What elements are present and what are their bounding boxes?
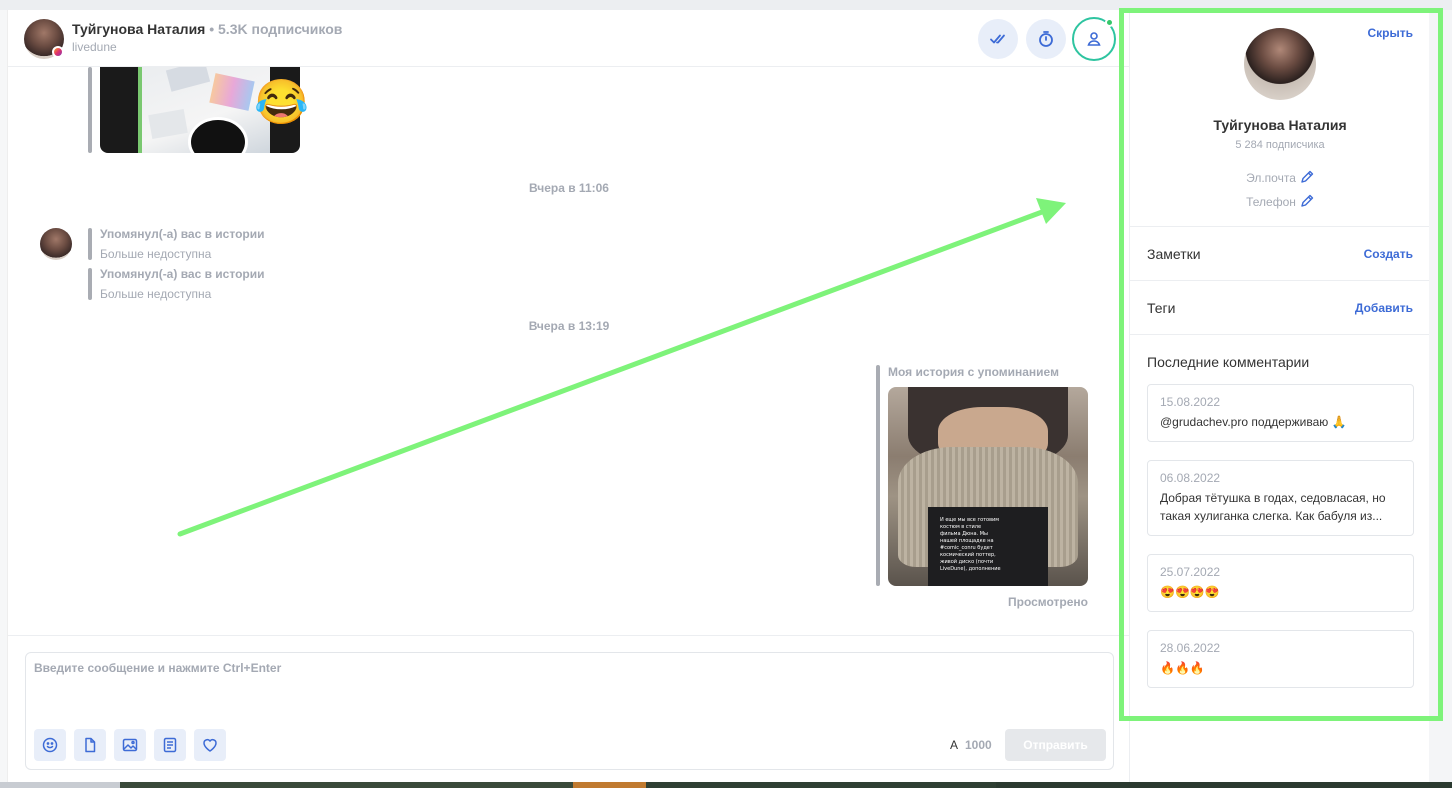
- comment-text: @grudachev.pro поддерживаю 🙏: [1160, 415, 1347, 429]
- char-counter-label: A: [950, 738, 959, 752]
- attach-file-button[interactable]: [74, 729, 106, 761]
- mention-title: Упомянул(-а) вас в истории: [100, 227, 265, 241]
- divider: [1130, 226, 1430, 227]
- templates-button[interactable]: [154, 729, 186, 761]
- comment-date: 06.08.2022: [1160, 471, 1221, 485]
- message-list[interactable]: 😂 Вчера в 11:06 Упомянул(-а) вас в истор…: [8, 67, 1130, 635]
- quote-bar: [876, 365, 880, 586]
- attach-image-button[interactable]: [114, 729, 146, 761]
- comment-date: 28.06.2022: [1160, 641, 1221, 655]
- add-tag-link[interactable]: Добавить: [1355, 301, 1413, 315]
- comment-date: 15.08.2022: [1160, 395, 1221, 409]
- divider: [8, 635, 1130, 636]
- comment-text: 🔥🔥🔥: [1160, 661, 1205, 675]
- laugh-emoji: 😂: [254, 78, 309, 127]
- mention-title: Упомянул(-а) вас в истории: [100, 267, 265, 281]
- stopwatch-icon: [1039, 31, 1053, 47]
- account-handle: livedune: [72, 40, 117, 54]
- online-indicator: [1105, 18, 1114, 27]
- char-counter: 1000: [965, 738, 992, 752]
- contact-name: Туйгунова Наталия • 5.3K подписчиков: [72, 21, 342, 37]
- scroll-gutter: [1429, 10, 1452, 782]
- quote-bar: [88, 228, 92, 260]
- story-caption: И еще мы все готовим костюм в стиле филь…: [940, 517, 1001, 572]
- file-icon: [85, 737, 96, 753]
- message-composer: A 1000 Отправить: [25, 652, 1114, 770]
- mark-read-button[interactable]: [978, 19, 1018, 59]
- viewed-status: Просмотрено: [1007, 595, 1088, 609]
- instagram-icon: [52, 46, 64, 58]
- recent-comments-title: Последние комментарии: [1147, 354, 1310, 370]
- avatar[interactable]: [40, 228, 72, 260]
- email-field: Эл.почта: [1130, 170, 1430, 185]
- comment-card[interactable]: 15.08.2022 @grudachev.pro поддерживаю 🙏: [1147, 384, 1414, 442]
- chat-panel: Туйгунова Наталия • 5.3K подписчиков liv…: [7, 10, 1130, 782]
- hide-panel-link[interactable]: Скрыть: [1367, 26, 1413, 40]
- my-story-title: Моя история с упоминанием: [888, 365, 1059, 379]
- window-top-strip: [0, 0, 1452, 10]
- chat-header: Туйгунова Наталия • 5.3K подписчиков liv…: [8, 10, 1130, 67]
- profile-subscribers: 5 284 подписчика: [1235, 139, 1325, 151]
- comment-date: 25.07.2022: [1160, 565, 1221, 579]
- date-separator: Вчера в 13:19: [528, 319, 610, 333]
- image-icon: [122, 738, 138, 752]
- profile-name: Туйгунова Наталия: [1213, 117, 1347, 133]
- mention-status: Больше недоступна: [100, 247, 212, 261]
- create-note-link[interactable]: Создать: [1364, 247, 1413, 261]
- taskbar-strip: [0, 782, 1452, 788]
- divider: [1130, 280, 1430, 281]
- comment-card[interactable]: 06.08.2022 Добрая тётушка в годах, седов…: [1147, 460, 1414, 536]
- user-icon: [1087, 32, 1101, 46]
- quote-bar: [88, 268, 92, 300]
- message-input[interactable]: [34, 661, 1104, 721]
- story-image[interactable]: И еще мы все готовим костюм в стиле филь…: [888, 387, 1088, 586]
- phone-field: Телефон: [1130, 194, 1430, 209]
- heart-icon: [203, 738, 217, 752]
- left-edge: [0, 10, 7, 782]
- double-check-icon: [990, 34, 1005, 44]
- quote-bar: [88, 67, 92, 153]
- edit-phone-icon[interactable]: [1300, 194, 1314, 209]
- document-icon: [163, 737, 177, 753]
- divider: [1130, 334, 1430, 335]
- contact-subscribers: • 5.3K подписчиков: [209, 21, 343, 37]
- phone-label: Телефон: [1246, 195, 1296, 209]
- notes-title: Заметки: [1147, 246, 1201, 262]
- mention-status: Больше недоступна: [100, 287, 212, 301]
- comment-text: 😍😍😍😍: [1160, 585, 1220, 599]
- comment-card[interactable]: 25.07.2022 😍😍😍😍: [1147, 554, 1414, 612]
- profile-panel: Скрыть Туйгунова Наталия 5 284 подписчик…: [1129, 10, 1430, 782]
- tags-title: Теги: [1147, 300, 1176, 316]
- send-button[interactable]: Отправить: [1005, 729, 1106, 761]
- comment-text: Добрая тётушка в годах, седовласая, но т…: [1160, 491, 1386, 523]
- emoji-button[interactable]: [34, 729, 66, 761]
- email-label: Эл.почта: [1246, 171, 1296, 185]
- contact-name-text: Туйгунова Наталия: [72, 21, 206, 37]
- comment-card[interactable]: 28.06.2022 🔥🔥🔥: [1147, 630, 1414, 688]
- date-separator: Вчера в 11:06: [529, 181, 609, 195]
- profile-avatar: [1244, 28, 1316, 100]
- like-button[interactable]: [194, 729, 226, 761]
- smile-icon: [42, 737, 58, 753]
- edit-email-icon[interactable]: [1300, 170, 1314, 185]
- timer-button[interactable]: [1026, 19, 1066, 59]
